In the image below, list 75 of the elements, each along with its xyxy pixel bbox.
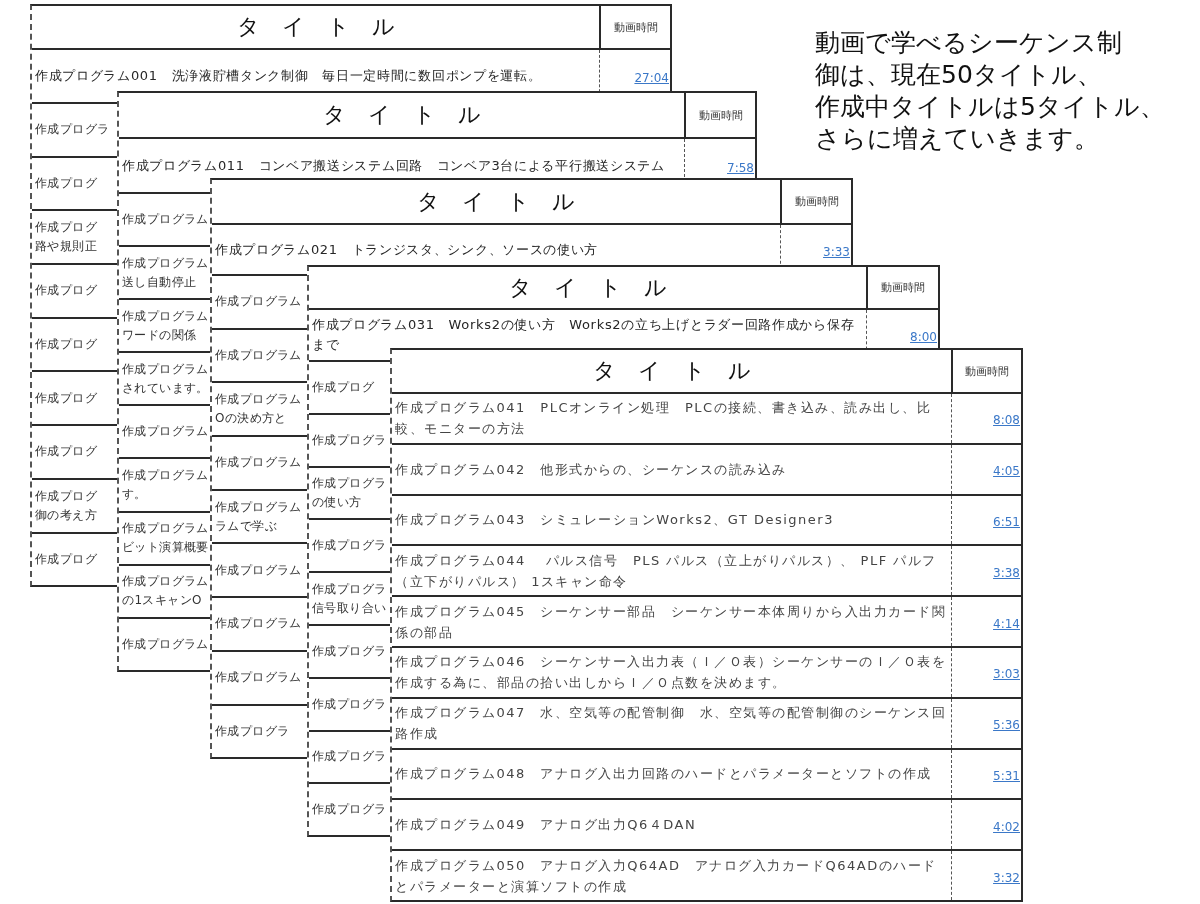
program-title: 作成プログ 御の考え方 (35, 487, 97, 524)
program-title: 作成プログ (35, 282, 97, 300)
duration-column-header: 動画時間 (613, 19, 658, 35)
duration-column-header: 動画時間 (794, 194, 839, 209)
program-title: 作成プログラ (312, 801, 387, 819)
program-title: 作成プログラム021 トランジスタ、シンク、ソースの使い方 (215, 240, 599, 259)
program-title: 作成プログ 路や規則正 (35, 219, 97, 256)
video-duration-link[interactable]: 4:02 (993, 819, 1020, 834)
title-column-header: タ イ ト ル (508, 273, 667, 302)
program-title: 作成プログラム041 PLCオンライン処理 PLCの接続、書き込み、読み出し、比較、モニターの方法 (395, 399, 933, 439)
video-duration-link[interactable]: 4:14 (993, 616, 1020, 631)
video-duration-link[interactable]: 27:04 (634, 71, 669, 85)
program-title: 作成プログラム ワードの関係 (122, 307, 209, 344)
video-duration-link[interactable]: 5:31 (993, 768, 1020, 783)
program-title: 作成プログラム されています。 (122, 360, 209, 397)
title-column-header: タ イ ト ル (592, 357, 751, 385)
program-title: 作成プログラム の1スキャンO (122, 573, 209, 610)
title-column-header: タ イ ト ル (322, 101, 481, 129)
program-title: 作成プログラム Oの決め方と (215, 391, 302, 428)
program-title: 作成プログラム (122, 211, 209, 229)
program-title: 作成プログラム (122, 423, 209, 441)
duration-column-header: 動画時間 (965, 363, 1009, 379)
video-duration-link[interactable]: 8:00 (910, 330, 937, 344)
program-title: 作成プログラ (312, 431, 387, 449)
program-title: 作成プログラム (215, 561, 302, 579)
video-duration-link[interactable]: 3:33 (823, 244, 850, 259)
program-title: 作成プログラム044 パルス信号 PLS パルス（立上がりパルス）、 PLF パルフ（立下がりパルス） 1スキャン命令 (395, 551, 938, 591)
video-duration-link[interactable]: 8:08 (993, 413, 1020, 428)
program-title: 作成プログ (35, 175, 97, 193)
program-title: 作成プログラム す。 (122, 467, 209, 503)
program-title: 作成プログラ (35, 121, 110, 139)
program-title: 作成プログラム048 アナログ入出力回路のハードとパラメーターとソフトの作成 (395, 765, 932, 784)
program-title: 作成プログラム045 シーケンサー部品 シーケンサー本体周りから入出力カード関係の部品 (395, 602, 947, 642)
program-title: 作成プログラ (312, 695, 387, 713)
program-title: 作成プログラム (215, 615, 302, 633)
program-title: 作成プログ (35, 550, 97, 568)
program-title: 作成プログラ 信号取り合い (312, 580, 387, 617)
program-title: 作成プログ (35, 336, 97, 354)
video-duration-link[interactable]: 3:38 (993, 565, 1020, 580)
program-title: 作成プログラム047 水、空気等の配管制御 水、空気等の配管制御のシーケンス回路作成 (395, 704, 947, 744)
video-duration-link[interactable]: 6:51 (993, 515, 1020, 529)
program-title: 作成プログラム ラムで学ぶ (215, 498, 302, 535)
program-title: 作成プログラ (215, 722, 290, 740)
program-title: 作成プログラム011 コンベア搬送システム回路 コンベア3台による平行搬送システム (122, 156, 665, 175)
program-title: 作成プログ (312, 378, 374, 396)
program-title: 作成プログラ (312, 642, 387, 660)
video-duration-link[interactable]: 5:36 (993, 718, 1020, 733)
program-title: 作成プログラ (312, 537, 387, 555)
notice-text: 動画で学べるシーケンス制 御は、現在50タイトル、 作成中タイトルは5タイトル、 さらに増えていきます。 (815, 27, 1165, 155)
program-title: 作成プログラム 送し自動停止 (122, 254, 209, 291)
title-column-header: タ イ ト ル (417, 187, 575, 216)
program-title: 作成プログラム (122, 635, 209, 653)
video-duration-link[interactable]: 3:32 (993, 870, 1020, 885)
program-title: 作成プログラム (215, 293, 302, 311)
program-title: 作成プログラム043 シミュレーションWorks2、GT Designer3 (395, 511, 834, 530)
video-duration-link[interactable]: 4:05 (993, 464, 1020, 479)
program-title: 作成プログ (35, 389, 97, 407)
program-title: 作成プログラ の使い方 (312, 475, 387, 511)
program-title: 作成プログラム (215, 454, 302, 472)
program-title: 作成プログ (35, 443, 97, 461)
duration-column-header: 動画時間 (698, 107, 743, 123)
program-title: 作成プログラム ビット演算概要 (122, 520, 209, 557)
program-title: 作成プログラ (312, 748, 387, 766)
program-title: 作成プログラム049 アナログ出力Q6４DAN (395, 816, 697, 835)
program-title: 作成プログラム042 他形式からの、シーケンスの読み込み (395, 460, 787, 479)
program-title: 作成プログラム046 シーケンサー入出力表（Ｉ／Ｏ表）シーケンサーのＩ／Ｏ表を作成する為に、部品の拾い出しからＩ／Ｏ点数を決めます。 (395, 653, 947, 693)
program-title: 作成プログラム (215, 347, 302, 365)
video-duration-link[interactable]: 3:03 (993, 667, 1020, 682)
program-title: 作成プログラム050 アナログ入力Q64AD アナログ入力カードQ64ADのハードとパラメーターと演算ソフトの作成 (395, 856, 938, 896)
program-title: 作成プログラム031 Works2の使い方 Works2の立ち上げとラダー回路作成から保存まで (312, 316, 856, 354)
video-duration-link[interactable]: 7:58 (727, 160, 754, 175)
title-column-header: タ イ ト ル (236, 13, 395, 41)
program-title: 作成プログラム001 洗浄液貯槽タンク制御 毎日一定時間に数回ポンプを運転。 (35, 67, 542, 85)
duration-column-header: 動画時間 (881, 280, 925, 295)
program-title: 作成プログラム (215, 669, 302, 687)
